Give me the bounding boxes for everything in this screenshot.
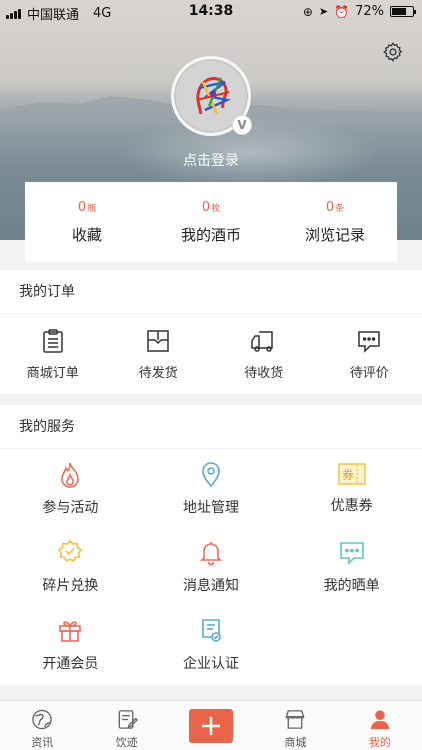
stat-label: 收藏 <box>71 225 102 244</box>
stat-unit: 枚 <box>211 203 221 214</box>
orders-section: 我的订单 商城订单 待发货 待收货 待评价 <box>0 270 422 394</box>
gift-icon <box>59 621 82 642</box>
tab-shop[interactable]: 商城 <box>253 701 337 750</box>
user-icon <box>370 710 389 730</box>
stat-wine-coins[interactable]: 0枚 我的酒币 <box>149 182 273 262</box>
verified-badge: V <box>232 115 252 135</box>
tab-label: 资讯 <box>31 736 54 749</box>
stat-count: 0 <box>201 199 211 215</box>
service-address[interactable]: 地址管理 <box>141 449 282 527</box>
status-bar: 中国联通 4G 14:38 ⊕ ➤ ⏰ 72% <box>0 0 422 23</box>
comment-icon <box>339 542 364 565</box>
globe-icon <box>32 709 52 730</box>
order-item-mall[interactable]: 商城订单 <box>0 314 106 394</box>
tab-label: 我的 <box>368 736 391 749</box>
stat-unit: 瓶 <box>87 203 97 214</box>
flame-icon <box>61 462 80 488</box>
truck-icon <box>251 331 273 352</box>
clipboard-icon <box>43 329 63 353</box>
stat-count: 0 <box>77 199 87 215</box>
order-item-to-review[interactable]: 待评价 <box>317 314 422 394</box>
services-section: 我的服务 参与活动 地址管理 券 优惠券 碎片兑换 消息通知 我的晒单 开通会员… <box>0 405 422 685</box>
location-pin-icon <box>202 462 220 488</box>
service-label: 地址管理 <box>182 500 239 516</box>
avatar-logo-icon <box>196 77 231 115</box>
edit-note-icon <box>118 710 138 729</box>
service-label: 消息通知 <box>182 578 239 594</box>
order-label: 待发货 <box>138 366 178 381</box>
service-membership[interactable]: 开通会员 <box>0 605 141 683</box>
service-label: 优惠券 <box>330 498 373 514</box>
chat-bubble-icon <box>358 331 380 353</box>
coupon-icon: 券 <box>337 463 366 485</box>
tab-label: 商城 <box>284 736 307 749</box>
service-label: 碎片兑换 <box>42 578 99 594</box>
settings-gear-icon[interactable] <box>382 41 404 63</box>
coupon-icon-text: 券 <box>342 467 354 482</box>
publish-button[interactable] <box>189 709 234 743</box>
service-label: 参与活动 <box>42 500 99 516</box>
badge-check-icon <box>58 539 83 563</box>
stat-label: 浏览记录 <box>304 225 365 244</box>
battery-percent: 72% <box>355 4 384 19</box>
service-enterprise-cert[interactable]: 企业认证 <box>141 605 282 683</box>
tab-drink-log[interactable]: 饮迹 <box>84 701 168 750</box>
plus-icon <box>202 717 221 735</box>
order-item-to-receive[interactable]: 待收货 <box>211 314 317 394</box>
service-notifications[interactable]: 消息通知 <box>141 527 282 605</box>
tab-label: 饮迹 <box>115 736 138 749</box>
alarm-icon: ⏰ <box>334 4 350 19</box>
order-label: 商城订单 <box>26 366 79 381</box>
stat-label: 我的酒币 <box>180 225 241 244</box>
order-label: 待收货 <box>244 366 284 381</box>
order-label: 待评价 <box>349 366 389 381</box>
tab-mine[interactable]: 我的 <box>338 701 422 750</box>
battery-icon <box>390 6 416 17</box>
stat-count: 0 <box>325 199 335 215</box>
bottom-tab-bar: 资讯 饮迹 商城 我的 <box>0 700 422 750</box>
stats-card: 0瓶 收藏 0枚 我的酒币 0条 浏览记录 <box>25 182 397 262</box>
shop-icon <box>285 710 305 729</box>
service-fragment-exchange[interactable]: 碎片兑换 <box>0 527 141 605</box>
section-title: 我的订单 <box>0 270 422 314</box>
tab-publish[interactable] <box>169 701 253 750</box>
service-coupons[interactable]: 券 优惠券 <box>281 449 422 527</box>
service-label: 我的晒单 <box>323 578 380 594</box>
order-item-to-ship[interactable]: 待发货 <box>106 314 212 394</box>
rotation-lock-icon: ⊕ <box>302 4 313 19</box>
certificate-icon <box>202 619 221 642</box>
stat-history[interactable]: 0条 浏览记录 <box>273 182 397 262</box>
tab-news[interactable]: 资讯 <box>0 701 84 750</box>
stat-favorites[interactable]: 0瓶 收藏 <box>25 182 149 262</box>
stat-unit: 条 <box>335 203 345 214</box>
section-title: 我的服务 <box>0 405 422 449</box>
login-link[interactable]: 点击登录 <box>0 150 422 170</box>
service-label: 企业认证 <box>182 656 239 672</box>
package-icon <box>147 330 169 352</box>
service-label: 开通会员 <box>42 656 99 672</box>
bell-icon <box>200 542 222 566</box>
service-activities[interactable]: 参与活动 <box>0 449 141 527</box>
service-my-posts[interactable]: 我的晒单 <box>281 527 422 605</box>
location-arrow-icon: ➤ <box>318 5 329 18</box>
